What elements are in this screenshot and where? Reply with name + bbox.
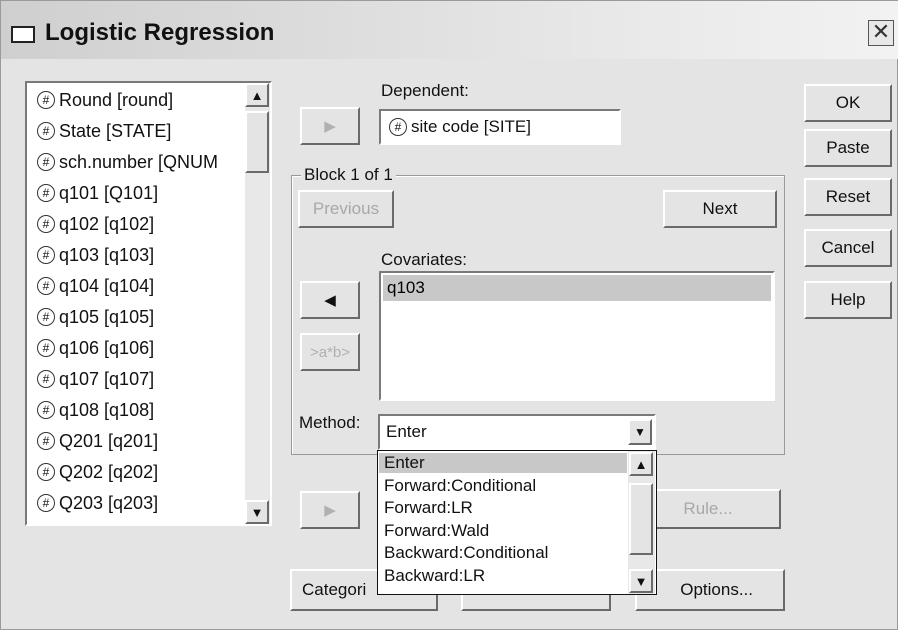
scroll-thumb[interactable] xyxy=(245,111,269,173)
scale-variable-icon: # xyxy=(37,432,55,450)
variable-list-item[interactable]: # sch.number [QNUM xyxy=(37,147,218,177)
options-button[interactable]: Options... xyxy=(635,569,785,611)
variable-label: q106 [q106] xyxy=(59,337,155,358)
covariates-label: Covariates: xyxy=(381,250,467,269)
scale-variable-icon: # xyxy=(37,463,55,481)
variable-list-item[interactable]: # q107 [q107] xyxy=(37,364,154,394)
interaction-button[interactable]: >a*b> xyxy=(300,333,360,371)
scale-variable-icon: # xyxy=(37,91,55,109)
method-selected-value: Enter xyxy=(386,422,427,441)
method-dropdown-arrow-icon[interactable]: ▼ xyxy=(628,419,652,445)
variable-list-item[interactable]: # Q201 [q201] xyxy=(37,426,158,456)
covariates-list[interactable]: q103 xyxy=(379,271,775,401)
variable-list-item[interactable]: # q106 [q106] xyxy=(37,333,154,363)
dependent-field[interactable]: # site code [SITE] xyxy=(379,109,621,145)
previous-button[interactable]: Previous xyxy=(298,190,394,228)
variable-list-item[interactable]: # Q203 [q203] xyxy=(37,488,158,518)
source-variable-list[interactable]: # Q203 [q203] # Q202 [q202] # Q201 [q201] # q10… xyxy=(25,81,272,526)
scale-variable-icon: # xyxy=(37,339,55,357)
variable-list-item[interactable]: # q101 [Q101] xyxy=(37,178,158,208)
method-option[interactable]: Forward:LR xyxy=(384,498,473,518)
window-icon xyxy=(11,26,35,43)
dependent-label: Dependent: xyxy=(381,81,469,100)
scale-variable-icon: # xyxy=(389,118,407,136)
method-list-scrollbar[interactable]: ▲ ▼ xyxy=(628,451,655,594)
variable-list-item[interactable]: # q108 [q108] xyxy=(37,395,154,425)
scale-variable-icon: # xyxy=(37,308,55,326)
scale-variable-icon: # xyxy=(37,246,55,264)
ok-button[interactable]: OK xyxy=(804,84,892,122)
scale-variable-icon: # xyxy=(37,370,55,388)
variable-label: q101 [Q101] xyxy=(59,182,159,203)
scale-variable-icon: # xyxy=(37,215,55,233)
window-title: Logistic Regression xyxy=(45,19,275,46)
title-bar[interactable]: Logistic Regression ✕ xyxy=(1,1,898,59)
variable-label: Q202 [q202] xyxy=(59,461,159,482)
scale-variable-icon: # xyxy=(37,122,55,140)
variable-list-item[interactable]: # q105 [q105] xyxy=(37,302,154,332)
scale-variable-icon: # xyxy=(37,184,55,202)
variable-label: q103 [q103] xyxy=(59,244,155,265)
categorical-label: Categori xyxy=(302,580,367,599)
method-scroll-up-icon[interactable]: ▲ xyxy=(629,452,653,476)
method-scroll-down-icon[interactable]: ▼ xyxy=(629,569,653,593)
move-to-dependent-button[interactable]: ▶ xyxy=(300,107,360,145)
method-label: Method: xyxy=(299,413,361,432)
scale-variable-icon: # xyxy=(37,153,55,171)
reset-button[interactable]: Reset xyxy=(804,178,892,216)
variable-list-scrollbar[interactable]: ▲ ▼ xyxy=(245,83,270,524)
scale-variable-icon: # xyxy=(37,494,55,512)
variable-label: Q203 [q203] xyxy=(59,492,159,513)
paste-button[interactable]: Paste xyxy=(804,129,892,167)
cancel-button[interactable]: Cancel xyxy=(804,229,892,267)
variable-label: Round [round] xyxy=(59,89,174,110)
help-button[interactable]: Help xyxy=(804,281,892,319)
variable-list-item[interactable]: # q103 [q103] xyxy=(37,240,154,270)
method-option[interactable]: Forward:Wald xyxy=(384,521,489,541)
method-option[interactable]: Enter xyxy=(379,453,627,473)
variable-label: Q201 [q201] xyxy=(59,430,159,451)
variable-list-item[interactable]: # Q202 [q202] xyxy=(37,457,158,487)
move-to-selection-button[interactable]: ▶ xyxy=(300,491,360,529)
covariate-item[interactable]: q103 xyxy=(383,275,771,301)
method-option[interactable]: Forward:Conditional xyxy=(384,476,536,496)
method-select[interactable]: Enter ▼ xyxy=(378,414,656,450)
method-dropdown-list[interactable]: Backward:LR Backward:Conditional Forward:W… xyxy=(377,450,657,595)
scale-variable-icon: # xyxy=(37,401,55,419)
variable-label: q105 [q105] xyxy=(59,306,155,327)
dependent-value: site code [SITE] xyxy=(411,117,531,136)
next-button[interactable]: Next xyxy=(663,190,777,228)
variable-list-item[interactable]: # q102 [q102] xyxy=(37,209,154,239)
variable-list-item[interactable]: # Round [round] xyxy=(37,85,173,115)
scale-variable-icon: # xyxy=(37,277,55,295)
move-from-covariates-button[interactable]: ◀ xyxy=(300,281,360,319)
method-option[interactable]: Backward:LR xyxy=(384,566,485,586)
variable-label: State [STATE] xyxy=(59,120,172,141)
method-scroll-thumb[interactable] xyxy=(629,483,653,555)
options-label: Options... xyxy=(680,580,753,599)
block-label: Block 1 of 1 xyxy=(301,165,396,185)
scroll-up-icon[interactable]: ▲ xyxy=(245,83,269,107)
variable-list-item[interactable]: # State [STATE] xyxy=(37,116,171,146)
method-option[interactable]: Backward:Conditional xyxy=(384,543,548,563)
variable-label: sch.number [QNUM xyxy=(59,151,219,172)
variable-label: q107 [q107] xyxy=(59,368,155,389)
scroll-down-icon[interactable]: ▼ xyxy=(245,500,269,524)
variable-list-item[interactable]: # q104 [q104] xyxy=(37,271,154,301)
close-icon[interactable]: ✕ xyxy=(868,20,894,46)
logistic-regression-dialog: Logistic Regression ✕ # Q203 [q203] # Q202 … xyxy=(0,0,898,630)
variable-label: q102 [q102] xyxy=(59,213,155,234)
variable-label: q104 [q104] xyxy=(59,275,155,296)
variable-label: q108 [q108] xyxy=(59,399,155,420)
